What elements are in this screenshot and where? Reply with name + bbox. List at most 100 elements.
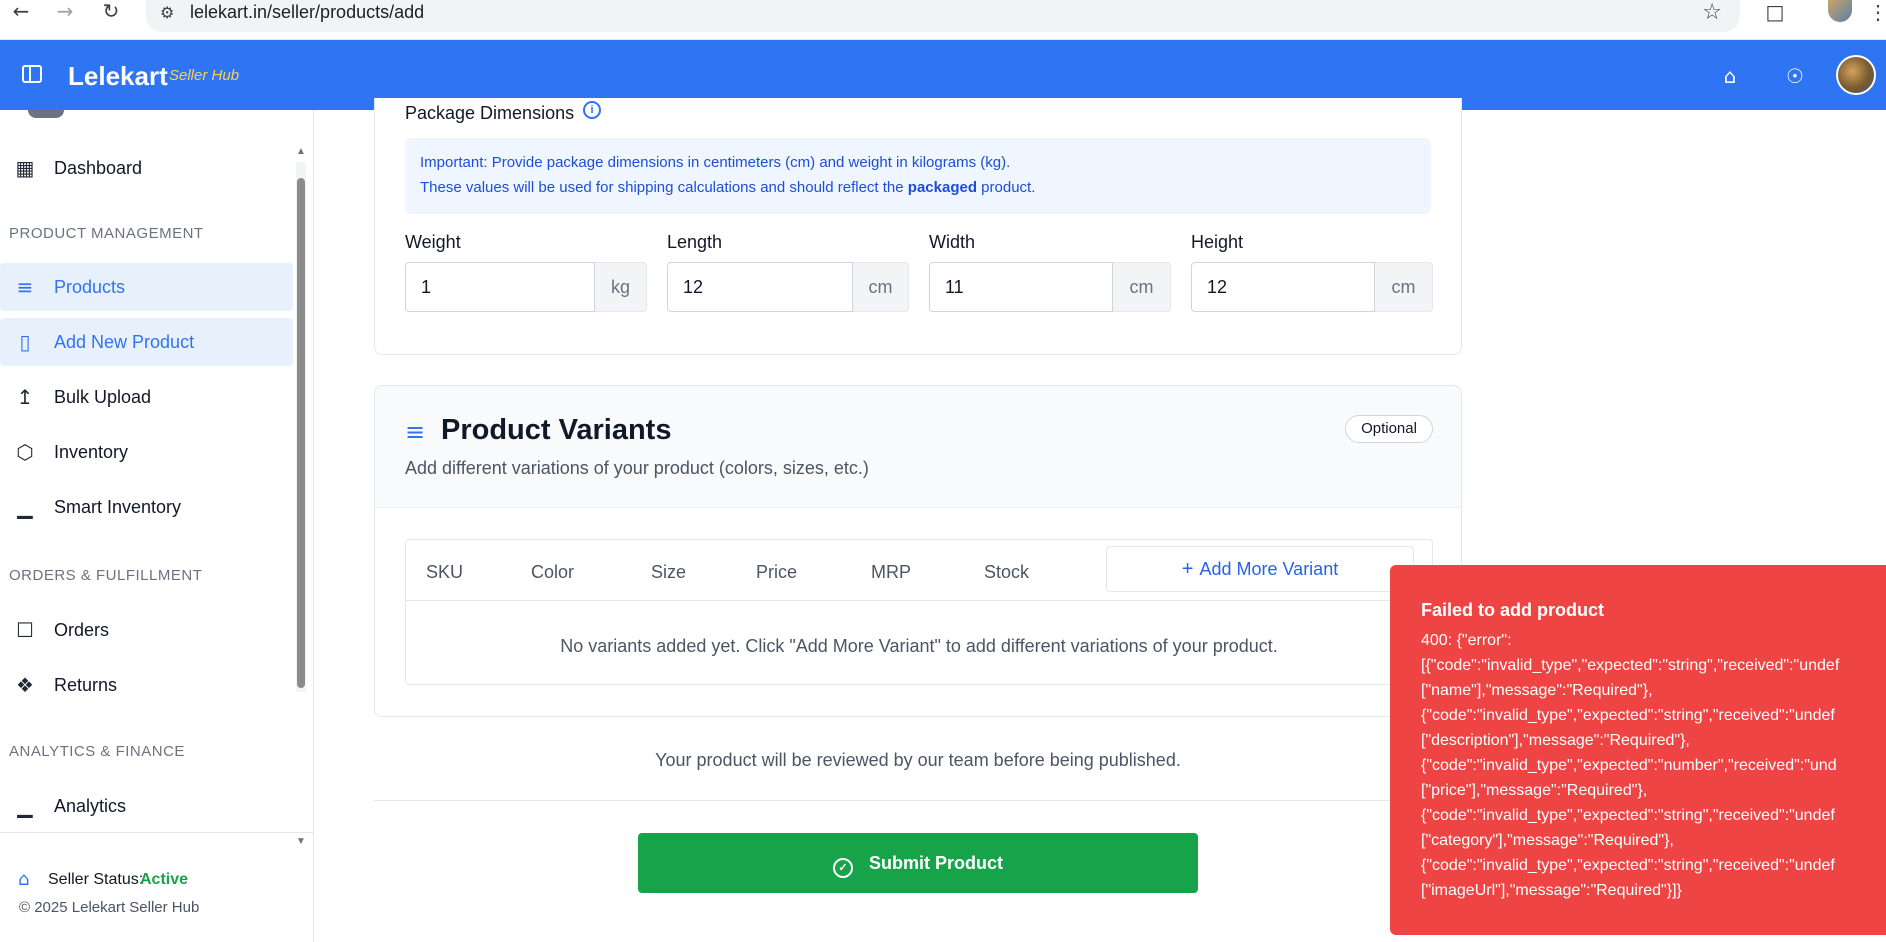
scroll-up-icon[interactable]: ▲ bbox=[296, 146, 306, 157]
column-header-mrp: MRP bbox=[871, 562, 911, 582]
sidebar-toggle-icon[interactable] bbox=[22, 65, 42, 83]
store-icon[interactable]: ⌂ bbox=[1718, 64, 1742, 88]
column-header-price: Price bbox=[756, 562, 798, 582]
sidebar-item-add-new-product[interactable]: ▯ Add New Product bbox=[0, 318, 293, 366]
bookmark-icon: ▯ bbox=[19, 330, 31, 354]
check-circle-icon: ✓ bbox=[833, 858, 853, 878]
sidebar-item-smart-inventory[interactable]: ▁ Smart Inventory bbox=[0, 483, 293, 531]
sidebar-item-products[interactable]: ≡ Products bbox=[0, 263, 293, 311]
sidebar-item-label: Smart Inventory bbox=[54, 496, 182, 517]
notice-text: These values will be used for shipping c… bbox=[420, 179, 904, 196]
variants-subtitle: Add different variations of your product… bbox=[405, 458, 869, 478]
optional-badge: Optional bbox=[1345, 415, 1433, 443]
toast-message: 400: {"error": [{"code":"invalid_type","… bbox=[1421, 632, 1840, 899]
grid-icon: ▦ bbox=[15, 156, 35, 180]
weight-input[interactable]: 1 bbox=[405, 262, 595, 312]
bar-chart-icon: ▁ bbox=[17, 794, 33, 818]
info-icon[interactable]: i bbox=[583, 101, 601, 119]
add-variant-label: Add More Variant bbox=[1199, 559, 1339, 579]
sidebar-item-returns[interactable]: ❖ Returns bbox=[0, 661, 293, 709]
sidebar-item-label: Inventory bbox=[54, 441, 129, 462]
bookmark-star-icon[interactable]: ☆ bbox=[1702, 0, 1722, 25]
box-icon: ⬡ bbox=[16, 440, 34, 464]
browser-profile-avatar[interactable] bbox=[1828, 0, 1852, 22]
section-heading-product-management: PRODUCT MANAGEMENT bbox=[9, 225, 204, 242]
weight-unit: kg bbox=[595, 262, 647, 312]
height-input[interactable]: 12 bbox=[1191, 262, 1375, 312]
dimensions-notice: Important: Provide package dimensions in… bbox=[405, 138, 1431, 214]
length-label: Length bbox=[667, 232, 723, 252]
product-variants-card: ≡ Product Variants Add different variati… bbox=[374, 385, 1462, 717]
sidebar-item-label: Dashboard bbox=[54, 157, 143, 178]
add-variant-button[interactable]: + Add More Variant bbox=[1106, 546, 1414, 592]
notice-line-1: Important: Provide package dimensions in… bbox=[420, 154, 1011, 171]
brand-subtitle: Seller Hub bbox=[169, 67, 240, 84]
sidebar-item-label: Returns bbox=[54, 674, 118, 695]
url-text[interactable]: lelekart.in/seller/products/add bbox=[190, 2, 424, 23]
empty-variants-message: No variants added yet. Click "Add More V… bbox=[560, 636, 1278, 656]
variants-header: ≡ Product Variants Add different variati… bbox=[375, 386, 1461, 508]
brand-logo[interactable]: Lelekart bbox=[68, 61, 168, 92]
height-unit: cm bbox=[1375, 262, 1433, 312]
bell-icon[interactable]: ☉ bbox=[1783, 64, 1807, 88]
submit-label: Submit Product bbox=[869, 853, 1003, 873]
submit-product-button[interactable]: ✓ Submit Product bbox=[638, 833, 1198, 893]
toast-title: Failed to add product bbox=[1421, 600, 1604, 620]
error-toast[interactable]: Failed to add product 400: {"error": [{"… bbox=[1390, 565, 1886, 935]
layers-icon: ≡ bbox=[405, 418, 426, 446]
review-note: Your product will be reviewed by our tea… bbox=[655, 750, 1181, 770]
sidebar-profile-avatar bbox=[28, 110, 64, 118]
extensions-icon[interactable]: □ bbox=[1762, 0, 1788, 24]
height-label: Height bbox=[1191, 232, 1244, 252]
layers-icon: ≡ bbox=[16, 275, 34, 299]
variants-title: Product Variants bbox=[441, 414, 672, 446]
bar-chart-icon: ▁ bbox=[17, 495, 33, 519]
width-input[interactable]: 11 bbox=[929, 262, 1113, 312]
variants-table: SKU Color Size Price MRP Stock + Add More… bbox=[405, 539, 1433, 685]
sidebar-item-label: Products bbox=[54, 276, 126, 297]
sidebar-item-label: Bulk Upload bbox=[54, 386, 152, 407]
sidebar-item-inventory[interactable]: ⬡ Inventory bbox=[0, 428, 293, 476]
sidebar-item-label: Analytics bbox=[54, 795, 127, 816]
boxes-icon: ❖ bbox=[16, 673, 34, 697]
package-dimensions-card: Package Dimensions i Important: Provide … bbox=[374, 98, 1462, 355]
sidebar-item-bulk-upload[interactable]: ↥ Bulk Upload bbox=[0, 373, 293, 421]
sidebar-item-label: Add New Product bbox=[54, 331, 195, 352]
divider bbox=[374, 800, 1462, 801]
browser-toolbar: ← → ↻ ⚙ lelekart.in/seller/products/add … bbox=[0, 0, 1886, 40]
column-header-size: Size bbox=[651, 562, 687, 582]
weight-label: Weight bbox=[405, 232, 461, 252]
notice-text: product. bbox=[981, 179, 1036, 196]
table-divider bbox=[406, 600, 1432, 601]
column-header-stock: Stock bbox=[984, 562, 1030, 582]
section-heading-orders: ORDERS & FULFILLMENT bbox=[9, 567, 203, 584]
column-header-color: Color bbox=[531, 562, 575, 582]
copyright: © 2025 Lelekart Seller Hub bbox=[19, 899, 200, 916]
section-heading-analytics: ANALYTICS & FINANCE bbox=[9, 743, 185, 760]
width-unit: cm bbox=[1113, 262, 1171, 312]
sidebar-item-orders[interactable]: ☐ Orders bbox=[0, 606, 293, 654]
sidebar: ▦ Dashboard PRODUCT MANAGEMENT ≡ Product… bbox=[0, 110, 314, 942]
store-icon: ⌂ bbox=[18, 869, 30, 890]
sidebar-scrollbar[interactable] bbox=[296, 162, 306, 692]
length-input[interactable]: 12 bbox=[667, 262, 853, 312]
sidebar-item-dashboard[interactable]: ▦ Dashboard bbox=[0, 144, 293, 192]
bag-icon: ☐ bbox=[16, 618, 34, 642]
seller-status-value: Active bbox=[140, 871, 189, 888]
sidebar-item-label: Orders bbox=[54, 619, 110, 640]
scrollbar-thumb[interactable] bbox=[297, 178, 305, 688]
notice-line-2: These values will be used for shipping c… bbox=[420, 179, 1035, 196]
sidebar-item-analytics[interactable]: ▁ Analytics bbox=[0, 782, 293, 830]
plus-icon: + bbox=[1181, 558, 1194, 580]
reload-icon[interactable]: ↻ bbox=[96, 0, 126, 24]
column-header-sku: SKU bbox=[426, 562, 464, 582]
address-bar[interactable]: ⚙ lelekart.in/seller/products/add ☆ bbox=[146, 0, 1740, 32]
package-dimensions-title: Package Dimensions bbox=[405, 103, 575, 123]
forward-icon[interactable]: → bbox=[50, 0, 80, 24]
site-info-icon[interactable]: ⚙ bbox=[160, 3, 174, 22]
upload-icon: ↥ bbox=[16, 385, 34, 409]
back-icon[interactable]: ← bbox=[6, 0, 36, 24]
browser-menu-icon[interactable]: ⋮ bbox=[1868, 0, 1886, 25]
user-avatar[interactable] bbox=[1836, 55, 1876, 95]
sidebar-footer: ⌂ Seller Status: Active © 2025 Lelekart … bbox=[0, 832, 314, 942]
